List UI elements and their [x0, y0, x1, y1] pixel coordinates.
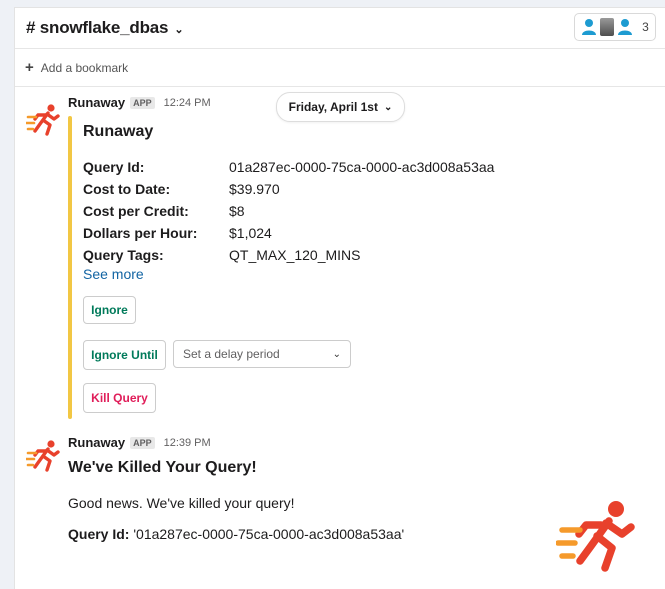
slack-channel-window: # snowflake_dbas ⌄ 3 + Add a bookmark Ru…: [14, 7, 665, 589]
query-id-value: '01a287ec-0000-75ca-0000-ac3d008a53aa': [129, 526, 405, 542]
field-value: 01a287ec-0000-75ca-0000-ac3d008a53aa: [229, 159, 495, 175]
person-icon: [618, 19, 633, 35]
ignore-until-button[interactable]: Ignore Until: [83, 340, 166, 370]
see-more-link[interactable]: See more: [83, 266, 144, 282]
field-value: QT_MAX_120_MINS: [229, 247, 361, 263]
date-label: Friday, April 1st: [288, 100, 378, 114]
chevron-down-icon: ⌄: [383, 101, 393, 113]
timestamp[interactable]: 12:24 PM: [164, 97, 211, 109]
field-label: Query Tags:: [83, 247, 164, 263]
running-man-icon: [26, 440, 60, 472]
delay-period-select[interactable]: Set a delay period ⌄: [173, 340, 351, 368]
sender-name[interactable]: Runaway: [68, 95, 125, 110]
field-row: Query Id: 01a287ec-0000-75ca-0000-ac3d00…: [83, 156, 494, 178]
channel-header: # snowflake_dbas ⌄ 3: [15, 8, 665, 49]
attachment-accent-bar: [68, 116, 72, 419]
message-header: Runaway APP 12:24 PM: [68, 95, 211, 110]
app-badge: APP: [130, 436, 155, 449]
date-divider-button[interactable]: Friday, April 1st ⌄: [276, 92, 405, 122]
field-value: $1,024: [229, 225, 272, 241]
field-label: Dollars per Hour:: [83, 225, 198, 241]
field-row: Query Tags: QT_MAX_120_MINS: [83, 244, 494, 266]
bookmark-bar: + Add a bookmark: [15, 49, 665, 87]
field-row: Cost to Date: $39.970: [83, 178, 494, 200]
chevron-down-icon: ⌄: [174, 23, 184, 36]
field-label: Query Id:: [83, 159, 145, 175]
add-bookmark-link[interactable]: Add a bookmark: [41, 61, 128, 75]
message-title: We've Killed Your Query!: [68, 459, 257, 476]
field-label: Cost per Credit:: [83, 203, 189, 219]
channel-name: # snowflake_dbas: [26, 18, 169, 37]
field-row: Dollars per Hour: $1,024: [83, 222, 494, 244]
query-id-line: Query Id: '01a287ec-0000-75ca-0000-ac3d0…: [68, 526, 404, 542]
field-row: Cost per Credit: $8: [83, 200, 494, 222]
chevron-down-icon: ⌄: [332, 348, 341, 360]
person-icon: [582, 19, 597, 35]
message-text: Good news. We've killed your query!: [68, 495, 295, 511]
running-man-icon: [26, 104, 60, 136]
running-man-icon: [556, 501, 635, 572]
query-id-label: Query Id:: [68, 526, 130, 542]
message-header: Runaway APP 12:39 PM: [68, 435, 211, 450]
members-button[interactable]: 3: [574, 13, 656, 41]
field-value: $39.970: [229, 181, 280, 197]
field-value: $8: [229, 203, 245, 219]
kill-query-button[interactable]: Kill Query: [83, 383, 156, 413]
timestamp[interactable]: 12:39 PM: [164, 437, 211, 449]
member-avatar: [600, 18, 615, 36]
field-label: Cost to Date:: [83, 181, 171, 197]
member-count: 3: [642, 20, 649, 34]
query-fields: Query Id: 01a287ec-0000-75ca-0000-ac3d00…: [83, 156, 494, 266]
plus-icon[interactable]: +: [25, 59, 34, 76]
app-badge: APP: [130, 96, 155, 109]
card-title: Runaway: [83, 123, 154, 140]
sender-name[interactable]: Runaway: [68, 435, 125, 450]
delay-period-placeholder: Set a delay period: [183, 347, 280, 361]
ignore-button[interactable]: Ignore: [83, 296, 136, 324]
channel-name-button[interactable]: # snowflake_dbas ⌄: [26, 18, 184, 38]
